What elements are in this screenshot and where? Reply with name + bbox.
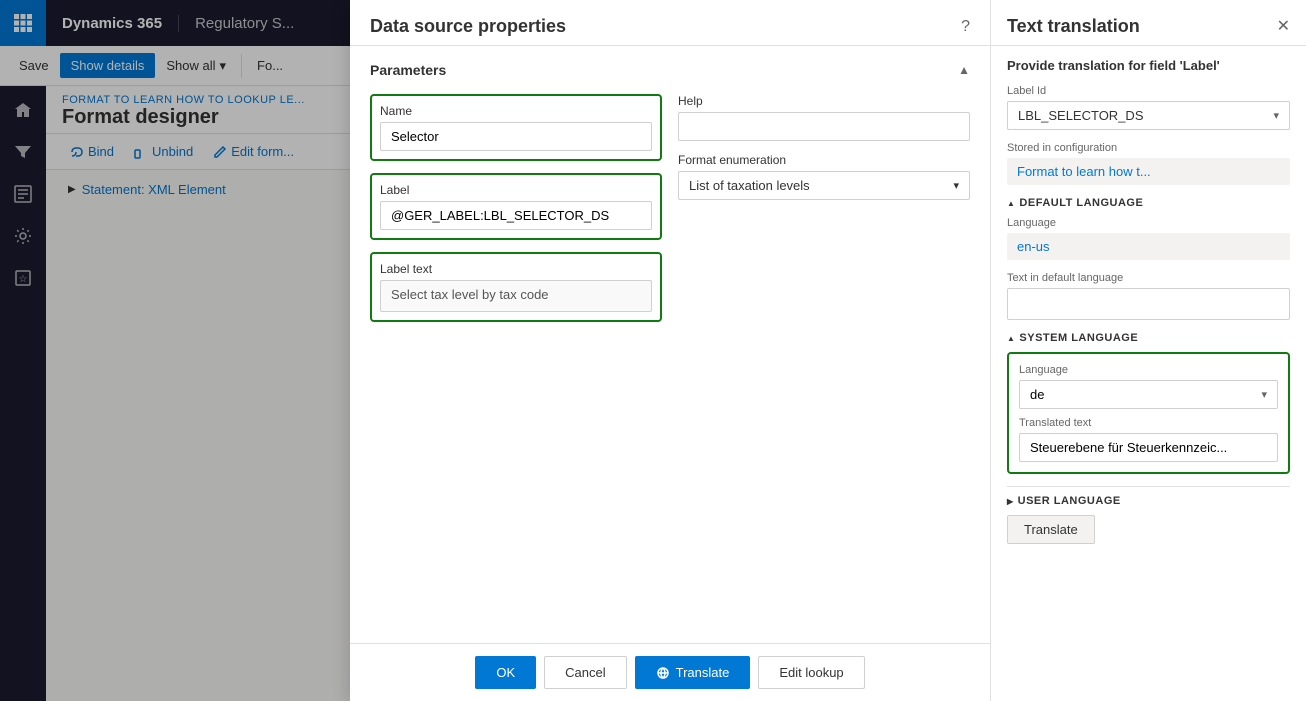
data-source-dialog: Data source properties ? Parameters ▲ Na… xyxy=(350,86,990,701)
cancel-button[interactable]: Cancel xyxy=(544,656,626,689)
user-translate-button[interactable]: Translate xyxy=(1007,515,1095,544)
label-id-dropdown[interactable]: LBL_SELECTOR_DS ▾ xyxy=(1007,101,1290,130)
label-text-field-group: Label text Select tax level by tax code xyxy=(370,252,662,322)
edit-lookup-button[interactable]: Edit lookup xyxy=(758,656,864,689)
main-area: ☆ FORMAT TO LEARN HOW TO LOOKUP LE... Fo… xyxy=(0,86,1306,701)
dialog-footer: OK Cancel Translate Edit lookup xyxy=(350,643,990,701)
stored-config-label: Stored in configuration xyxy=(1007,142,1290,154)
default-language-group: Language en-us xyxy=(1007,217,1290,260)
label-id-label: Label Id xyxy=(1007,86,1290,97)
name-field-group: Name xyxy=(370,94,662,161)
user-lang-heading: USER LANGUAGE xyxy=(1007,495,1290,507)
help-input[interactable] xyxy=(678,112,970,141)
user-lang-section: USER LANGUAGE Translate xyxy=(1007,486,1290,544)
text-default-lang-group: Text in default language xyxy=(1007,272,1290,320)
system-lang-heading: SYSTEM LANGUAGE xyxy=(1007,332,1290,344)
stored-config-value: Format to learn how t... xyxy=(1007,158,1290,185)
overlay-backdrop: Data source properties ? Parameters ▲ Na… xyxy=(0,86,1306,701)
help-label: Help xyxy=(678,94,970,108)
format-enum-value: List of taxation levels xyxy=(689,178,949,193)
ok-button[interactable]: OK xyxy=(475,656,536,689)
stored-config-group: Stored in configuration Format to learn … xyxy=(1007,142,1290,185)
label-input[interactable] xyxy=(380,201,652,230)
sys-language-dropdown[interactable]: de ▾ xyxy=(1019,380,1278,409)
sys-language-arrow-icon: ▾ xyxy=(1261,388,1267,401)
default-language-value: en-us xyxy=(1007,233,1290,260)
sys-language-label: Language xyxy=(1019,364,1278,376)
label-id-group: Label Id LBL_SELECTOR_DS ▾ xyxy=(1007,86,1290,130)
label-label: Label xyxy=(380,183,652,197)
label-text-label: Label text xyxy=(380,262,652,276)
params-section: Parameters ▲ Name Label xyxy=(350,86,990,643)
help-field-group: Help xyxy=(678,94,970,141)
params-grid: Name Label Label text Select tax level b… xyxy=(370,94,970,322)
name-label: Name xyxy=(380,104,652,118)
default-language-label: Language xyxy=(1007,217,1290,229)
translated-text-input[interactable] xyxy=(1019,433,1278,462)
text-translation-panel: Text translation ✕ Provide translation f… xyxy=(990,86,1306,701)
text-default-lang-input[interactable] xyxy=(1007,288,1290,320)
sys-language-value: de xyxy=(1030,387,1261,402)
right-panel-body: Provide translation for field 'Label' La… xyxy=(991,86,1306,701)
format-enum-label: Format enumeration xyxy=(678,153,970,167)
translated-text-label: Translated text xyxy=(1019,417,1278,429)
format-enum-arrow-icon: ▾ xyxy=(953,179,959,192)
text-default-lang-label: Text in default language xyxy=(1007,272,1290,284)
translate-button[interactable]: Translate xyxy=(635,656,751,689)
name-input[interactable] xyxy=(380,122,652,151)
label-id-arrow-icon: ▾ xyxy=(1273,109,1279,122)
default-lang-heading: DEFAULT LANGUAGE xyxy=(1007,197,1290,209)
system-language-highlighted-group: Language de ▾ Translated text xyxy=(1007,352,1290,474)
format-enum-dropdown[interactable]: List of taxation levels ▾ xyxy=(678,171,970,200)
format-enum-group: Format enumeration List of taxation leve… xyxy=(678,153,970,200)
label-text-value: Select tax level by tax code xyxy=(380,280,652,312)
label-field-group: Label xyxy=(370,173,662,240)
label-id-value: LBL_SELECTOR_DS xyxy=(1018,108,1269,123)
